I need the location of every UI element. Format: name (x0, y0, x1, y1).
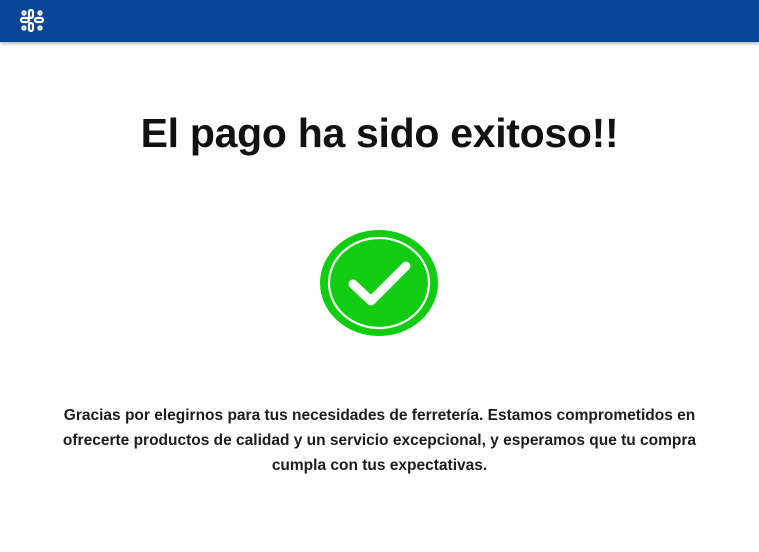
top-navbar (0, 0, 759, 42)
page-title: El pago ha sido exitoso!! (140, 110, 619, 156)
thank-you-message: Gracias por elegirnos para tus necesidad… (62, 407, 697, 474)
success-check-icon (318, 229, 440, 337)
home-logo-icon[interactable] (18, 8, 46, 34)
